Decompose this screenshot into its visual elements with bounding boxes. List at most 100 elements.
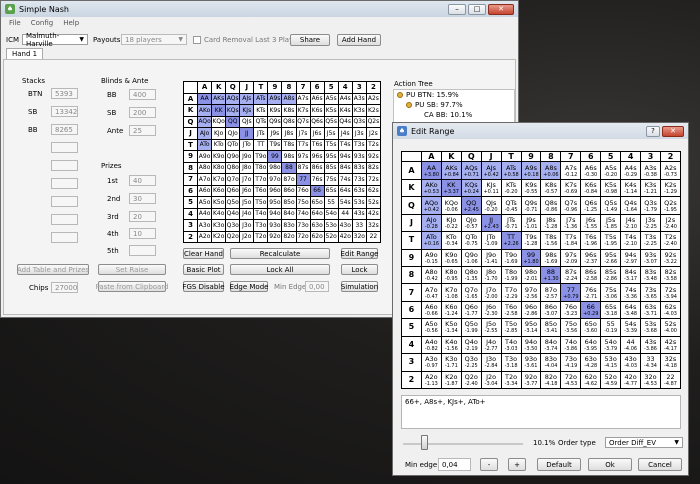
hand-cell[interactable]: 95s [323, 150, 339, 163]
hand-cell[interactable]: 33 -4.34 [640, 353, 661, 372]
hand-cell[interactable]: K2o -1.87 [440, 370, 462, 390]
prize-input[interactable]: 30 [129, 193, 156, 204]
hand-cell[interactable]: J9s [267, 127, 283, 140]
hand-cell[interactable]: 42s -4.17 [659, 335, 682, 355]
hand-cell[interactable]: A6s -0.30 [580, 161, 602, 180]
hand-cell[interactable]: T4s [337, 138, 353, 151]
hand-cell[interactable]: A9s +0.18 [520, 161, 542, 180]
hand-cell[interactable]: J8o -1.70 [480, 265, 502, 285]
hand-cell[interactable]: T2s [365, 138, 382, 151]
hand-cell[interactable]: K4o -1.56 [440, 335, 462, 355]
hand-cell[interactable]: 87o [281, 173, 297, 186]
hand-cell[interactable]: Q2o -2.40 [460, 370, 482, 390]
hand-cell[interactable]: 52o [323, 230, 339, 243]
hand-cell[interactable]: T6o -2.58 [500, 300, 522, 320]
hand-cell[interactable]: A4o -0.82 [420, 335, 442, 355]
hand-cell[interactable]: TT [253, 138, 269, 151]
hand-cell[interactable]: T9o [253, 150, 269, 163]
hand-cell[interactable]: 98s [281, 150, 297, 163]
hand-cell[interactable]: A7o [197, 173, 213, 186]
hand-cell[interactable]: 53s -3.68 [640, 318, 661, 337]
hand-cell[interactable]: 65s -3.18 [600, 300, 622, 320]
hand-cell[interactable]: A9o -0.15 [420, 248, 442, 267]
hand-cell[interactable]: 92o -3.77 [520, 370, 542, 390]
hand-cell[interactable]: 82o [281, 230, 297, 243]
hand-cell[interactable]: K4s -1.14 [620, 178, 642, 198]
hand-cell[interactable]: 92s [365, 150, 382, 163]
hand-cell[interactable]: 83s [351, 161, 367, 174]
hand-cell[interactable]: 62o -4.62 [580, 370, 602, 390]
hand-cell[interactable]: 85s [323, 161, 339, 174]
hand-cell[interactable]: K7s [295, 104, 311, 117]
blind-input[interactable]: 25 [129, 125, 156, 136]
hand-cell[interactable]: Q9s -0.71 [520, 196, 542, 215]
set-raise-button[interactable]: Set Raise [98, 264, 166, 275]
hand-cell[interactable]: JTs -0.71 [500, 213, 522, 233]
hand-cell[interactable]: J5s [323, 127, 339, 140]
hand-cell[interactable]: AJo [197, 127, 213, 140]
hand-cell[interactable]: AQo +0.42 [420, 196, 442, 215]
card-removal-checkbox[interactable]: Card Removal Last 3 Players [193, 36, 304, 44]
prize-input[interactable]: 40 [129, 175, 156, 186]
hand-cell[interactable]: KQs [225, 104, 241, 117]
hand-cell[interactable]: T2o [253, 230, 269, 243]
stack-input[interactable] [51, 196, 78, 207]
hand-cell[interactable]: 42s [365, 207, 382, 220]
hand-cell[interactable]: 65s [323, 184, 339, 197]
hand-cell[interactable]: 44 [337, 207, 353, 220]
hand-cell[interactable]: J6s -1.55 [580, 213, 602, 233]
hand-cell[interactable]: 63s [351, 184, 367, 197]
hand-cell[interactable]: QTs -0.45 [500, 196, 522, 215]
hand-cell[interactable]: 75o -3.56 [560, 318, 582, 337]
hand-cell[interactable]: KTo -0.34 [440, 231, 462, 250]
hand-cell[interactable]: 86s [309, 161, 325, 174]
hand-cell[interactable]: Q8s -0.86 [540, 196, 562, 215]
hand-cell[interactable]: 66 +0.29 [580, 300, 602, 320]
min-edge-input[interactable]: 0,04 [438, 458, 471, 471]
stack-input[interactable] [51, 142, 78, 153]
hand-cell[interactable]: 73o -4.19 [560, 353, 582, 372]
prize-input[interactable] [129, 245, 156, 256]
hand-cell[interactable]: 94o [267, 207, 283, 220]
hand-cell[interactable]: 55 [323, 196, 339, 209]
default-button[interactable]: Default [537, 458, 581, 471]
hand-cell[interactable]: J7o [239, 173, 255, 186]
hand-cell[interactable]: J7s [295, 127, 311, 140]
hand-cell[interactable]: T7s -1.84 [560, 231, 582, 250]
hand-cell[interactable]: K7s -0.69 [560, 178, 582, 198]
hand-cell[interactable]: J2o [239, 230, 255, 243]
hand-cell[interactable]: K2o [211, 230, 227, 243]
hand-cell[interactable]: J9s -1.01 [520, 213, 542, 233]
hand-cell[interactable]: KJs +0.11 [480, 178, 502, 198]
hand-cell[interactable]: 43o [337, 219, 353, 232]
hand-cell[interactable]: Q6s [309, 115, 325, 128]
hand-cell[interactable]: J3o [239, 219, 255, 232]
hand-cell[interactable]: 84o -3.74 [540, 335, 562, 355]
hand-cell[interactable]: Q2s [365, 115, 382, 128]
hand-cell[interactable]: 83s -3.48 [640, 265, 661, 285]
hand-cell[interactable]: AJo -0.28 [420, 213, 442, 233]
hand-cell[interactable]: AKs +0.84 [440, 161, 462, 180]
hand-cell[interactable]: 86o -3.07 [540, 300, 562, 320]
hand-cell[interactable]: K8s [281, 104, 297, 117]
hand-cell[interactable]: A3s -0.38 [640, 161, 661, 180]
hand-cell[interactable]: KTs [253, 104, 269, 117]
hand-cell[interactable]: TT +2.26 [500, 231, 522, 250]
hand-cell[interactable]: Q8o -1.35 [460, 265, 482, 285]
hand-cell[interactable]: K5o -1.34 [440, 318, 462, 337]
hand-cell[interactable]: AQs [225, 92, 241, 105]
tree-node[interactable]: CA BB: 10.1% [394, 110, 514, 120]
hand-cell[interactable]: 52o -4.59 [600, 370, 622, 390]
hand-cell[interactable]: 62s -4.03 [659, 300, 682, 320]
hand-cell[interactable]: 97s [295, 150, 311, 163]
hand-cell[interactable]: 73s [351, 173, 367, 186]
hand-cell[interactable]: A2s [365, 92, 382, 105]
hand-cell[interactable]: T3o -3.18 [500, 353, 522, 372]
hand-cell[interactable]: JTo -1.09 [480, 231, 502, 250]
hand-cell[interactable]: 42o -4.77 [620, 370, 642, 390]
hand-cell[interactable]: J3o -2.84 [480, 353, 502, 372]
hand-cell[interactable]: J6s [309, 127, 325, 140]
hand-cell[interactable]: JJ +2.43 [480, 213, 502, 233]
hand-cell[interactable]: 97o -2.56 [520, 283, 542, 302]
hand-cell[interactable]: Q2s -1.95 [659, 196, 682, 215]
